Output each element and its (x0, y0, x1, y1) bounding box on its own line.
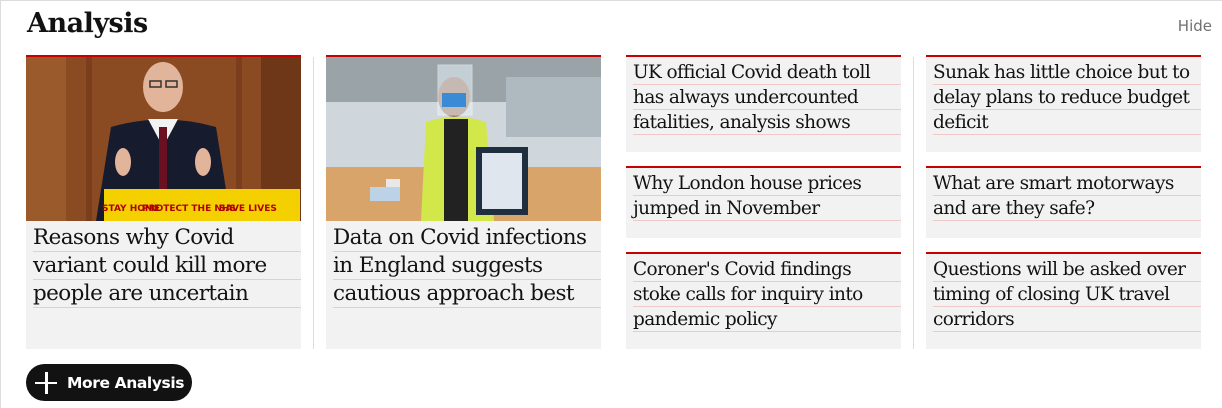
story-headline[interactable]: Why London house prices jumped in Novemb… (633, 171, 901, 221)
story-headline[interactable]: Sunak has little choice but to delay pla… (933, 60, 1201, 135)
column-divider (913, 57, 914, 349)
story-headline[interactable]: Questions will be asked over timing of c… (933, 257, 1201, 332)
story-headline[interactable]: What are smart motorways and are they sa… (933, 171, 1201, 221)
story-card-7[interactable]: Coroner's Covid findings stoke calls for… (626, 252, 901, 349)
story-card-4[interactable]: Sunak has little choice but to delay pla… (926, 55, 1201, 152)
story-card-8[interactable]: Questions will be asked over timing of c… (926, 252, 1201, 349)
story-headline[interactable]: Coroner's Covid findings stoke calls for… (633, 257, 901, 332)
story-card-5[interactable]: Why London house prices jumped in Novemb… (626, 166, 901, 238)
section-title: Analysis (27, 8, 148, 39)
story-headline[interactable]: Data on Covid infections in England sugg… (333, 224, 601, 308)
more-analysis-button[interactable]: More Analysis (26, 364, 192, 401)
sign-save-lives: SAVE LIVES (219, 204, 277, 214)
story-image-podium: STAY HOME PROTECT THE NHS SAVE LIVES (26, 57, 301, 221)
story-card-6[interactable]: What are smart motorways and are they sa… (926, 166, 1201, 238)
story-headline[interactable]: Reasons why Covid variant could kill mor… (33, 224, 301, 308)
story-card-3[interactable]: UK official Covid death toll has always … (626, 55, 901, 152)
story-card-2[interactable]: Data on Covid infections in England sugg… (326, 55, 601, 349)
story-headline[interactable]: UK official Covid death toll has always … (633, 60, 901, 135)
column-divider (313, 57, 314, 349)
story-image-testing-centre (326, 57, 601, 221)
hide-link[interactable]: Hide (1178, 17, 1212, 35)
plus-icon (35, 371, 57, 394)
story-card-1[interactable]: STAY HOME PROTECT THE NHS SAVE LIVES Rea… (26, 55, 301, 349)
more-analysis-label: More Analysis (67, 373, 185, 392)
